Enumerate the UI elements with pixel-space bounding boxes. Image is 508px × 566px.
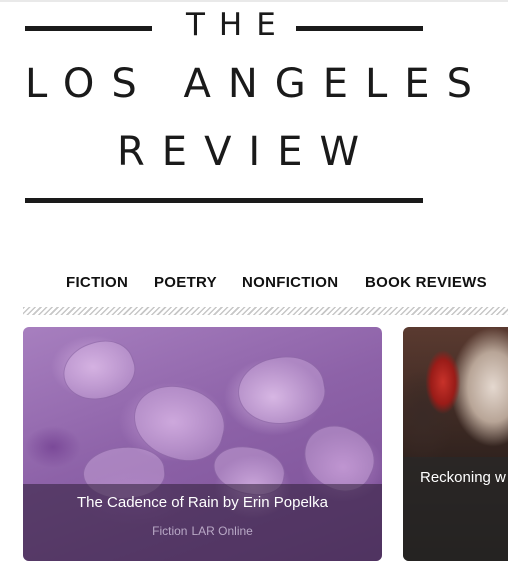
nav-item-poetry[interactable]: POETRY <box>154 274 217 291</box>
featured-card[interactable]: The Cadence of Rain by Erin Popelka Fict… <box>23 327 382 561</box>
nav-item-book-reviews[interactable]: BOOK REVIEWS <box>365 274 487 291</box>
category-link-fiction[interactable]: Fiction <box>152 524 187 538</box>
nav-item-fiction[interactable]: FICTION <box>66 274 128 291</box>
logo-rule-bottom <box>25 198 423 203</box>
category-link-lar-online[interactable]: LAR Online <box>191 524 252 538</box>
card-title[interactable]: The Cadence of Rain by Erin Popelka <box>23 494 382 511</box>
nav-item-nonfiction[interactable]: NONFICTION <box>242 274 338 291</box>
card-meta: Fiction LAR Online <box>23 524 382 538</box>
logo-line-review: REVIEW <box>117 129 377 175</box>
site-logo[interactable]: THE LOS ANGELES REVIEW <box>0 0 508 230</box>
hatched-divider <box>23 307 508 315</box>
card-title[interactable]: Reckoning w <box>420 469 506 486</box>
main-nav: FICTION POETRY NONFICTION BOOK REVIEWS <box>0 274 508 296</box>
logo-rule-top-left <box>25 26 152 31</box>
next-card[interactable]: Reckoning w <box>403 327 508 561</box>
logo-rule-top-right <box>296 26 423 31</box>
logo-line-the: THE <box>186 7 290 43</box>
logo-line-los-angeles: LOS ANGELES <box>25 61 489 107</box>
